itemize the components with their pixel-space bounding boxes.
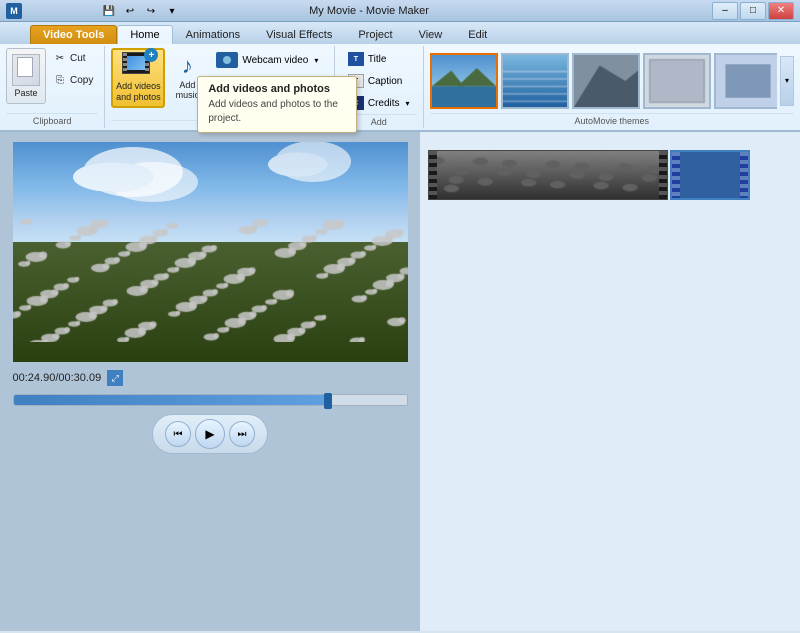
- credits-label: Credits: [368, 98, 400, 109]
- add-videos-label: Add videos and photos: [116, 81, 161, 104]
- theme-canvas-2: [503, 55, 567, 107]
- theme-canvas-4: [645, 55, 709, 107]
- storyboard-panel: [420, 132, 800, 631]
- qat-save[interactable]: 💾: [100, 3, 118, 19]
- qat-undo[interactable]: ↩: [121, 3, 139, 19]
- tab-home[interactable]: Home: [117, 25, 172, 44]
- webcam-dropdown-icon: ▾: [314, 56, 318, 65]
- theme-canvas-5: [716, 55, 777, 107]
- film-content-2: [680, 152, 740, 198]
- title-button[interactable]: T Title: [341, 48, 417, 70]
- theme-thumbnails: [430, 53, 777, 109]
- birds-container: [13, 202, 408, 342]
- webcam-icon: [216, 52, 238, 68]
- timeline-scrubber[interactable]: [13, 394, 408, 406]
- play-button[interactable]: ▶: [195, 419, 225, 449]
- sprocket-right-1: [659, 151, 667, 199]
- cloud-1: [73, 162, 153, 192]
- paste-label: Paste: [14, 88, 37, 98]
- clipboard-group: Paste ✂ Cut ⎘ Copy Clipboard: [0, 46, 105, 128]
- cloud-2: [268, 152, 328, 177]
- copy-label: Copy: [70, 75, 93, 86]
- timecode-display: 00:24.90/00:30.09: [13, 372, 102, 384]
- title-bar: M 💾 ↩ ↪ ▾ My Movie - Movie Maker – □ ✕: [0, 0, 800, 22]
- cut-label: Cut: [70, 53, 86, 64]
- theme-thumb-4[interactable]: [643, 53, 711, 109]
- cam-lens: [223, 56, 231, 64]
- theme-thumb-1[interactable]: [430, 53, 498, 109]
- window-controls: – □ ✕: [712, 2, 794, 20]
- add-videos-button[interactable]: + Add videos and photos: [111, 48, 165, 108]
- cut-button[interactable]: ✂ Cut: [48, 48, 98, 68]
- preview-panel: 00:24.90/00:30.09 ⤢ ⏮ ▶ ⏭: [0, 132, 420, 631]
- cut-copy-container: ✂ Cut ⎘ Copy: [48, 48, 98, 90]
- film-content-1: [437, 151, 659, 199]
- clipboard-label: Clipboard: [6, 113, 98, 126]
- timeline-progress: [14, 395, 328, 405]
- automovie-label: AutoMovie themes: [430, 113, 794, 126]
- tab-animations[interactable]: Animations: [173, 25, 253, 44]
- minimize-button[interactable]: –: [712, 2, 738, 20]
- credits-dropdown-icon: ▾: [406, 99, 410, 108]
- add-videos-icon: +: [122, 52, 154, 79]
- add-videos-group: + Add videos and photos ♪ Add music Webc…: [105, 46, 335, 128]
- clipboard-content: Paste ✂ Cut ⎘ Copy: [6, 48, 98, 113]
- theme-canvas-3: [574, 55, 638, 107]
- theme-thumb-5[interactable]: [714, 53, 777, 109]
- film-canvas-2: [680, 152, 740, 198]
- close-button[interactable]: ✕: [768, 2, 794, 20]
- rewind-button[interactable]: ⏮: [165, 421, 191, 447]
- qat-dropdown[interactable]: ▾: [163, 3, 181, 19]
- video-preview: [13, 142, 408, 362]
- forward-button[interactable]: ⏭: [229, 421, 255, 447]
- timecode-text: 00:24.90/00:30.09: [13, 372, 102, 384]
- film-canvas-1: [437, 151, 659, 199]
- automovie-group: ▾ AutoMovie themes: [424, 46, 800, 128]
- automovie-content: ▾: [430, 48, 794, 113]
- sprocket-left-2: [672, 152, 680, 198]
- tooltip-title: Add videos and photos: [208, 83, 346, 95]
- copy-icon: ⎘: [53, 73, 67, 87]
- title-icon: T: [348, 52, 364, 66]
- sprocket-right-2: [740, 152, 748, 198]
- tab-view[interactable]: View: [406, 25, 456, 44]
- ribbon-tabs: Video Tools Home Animations Visual Effec…: [0, 22, 800, 44]
- theme-thumb-2[interactable]: [501, 53, 569, 109]
- film-strip-1[interactable]: [428, 150, 668, 200]
- film-inner: [127, 56, 145, 70]
- tab-project[interactable]: Project: [345, 25, 405, 44]
- add-videos-tooltip: Add videos and photos Add videos and pho…: [197, 76, 357, 133]
- expand-button[interactable]: ⤢: [107, 370, 123, 386]
- tooltip-body: Add videos and photos to the project.: [208, 98, 346, 126]
- music-icon: ♪: [175, 52, 199, 80]
- birds-canvas: [13, 202, 408, 342]
- tab-edit[interactable]: Edit: [455, 25, 500, 44]
- theme-canvas-1: [432, 55, 496, 107]
- scissors-icon: ✂: [53, 51, 67, 65]
- ribbon: Paste ✂ Cut ⎘ Copy Clipboard: [0, 44, 800, 132]
- tab-visual-effects[interactable]: Visual Effects: [253, 25, 345, 44]
- sprocket-left-1: [429, 151, 437, 199]
- app-icon: M: [6, 3, 22, 19]
- qat-redo[interactable]: ↪: [142, 3, 160, 19]
- scroll-right-button[interactable]: ▾: [780, 56, 794, 106]
- caption-label: Caption: [368, 76, 402, 87]
- playback-controls: ⏮ ▶ ⏭: [152, 414, 268, 454]
- title-label: Title: [368, 54, 387, 65]
- quick-access-toolbar: 💾 ↩ ↪ ▾: [100, 3, 181, 19]
- timeline-thumb: [324, 393, 332, 409]
- film-strip-container: [428, 150, 792, 200]
- webcam-button[interactable]: Webcam video ▾: [209, 48, 328, 72]
- theme-thumb-3[interactable]: [572, 53, 640, 109]
- tab-video-tools[interactable]: Video Tools: [30, 25, 117, 44]
- film-strip-2[interactable]: [670, 150, 750, 200]
- paste-button[interactable]: Paste: [6, 48, 46, 104]
- timecode-row: 00:24.90/00:30.09 ⤢: [13, 370, 408, 386]
- maximize-button[interactable]: □: [740, 2, 766, 20]
- copy-button[interactable]: ⎘ Copy: [48, 70, 98, 90]
- paste-icon: [12, 54, 40, 86]
- webcam-label: Webcam video: [242, 55, 308, 66]
- main-area: 00:24.90/00:30.09 ⤢ ⏮ ▶ ⏭: [0, 132, 800, 631]
